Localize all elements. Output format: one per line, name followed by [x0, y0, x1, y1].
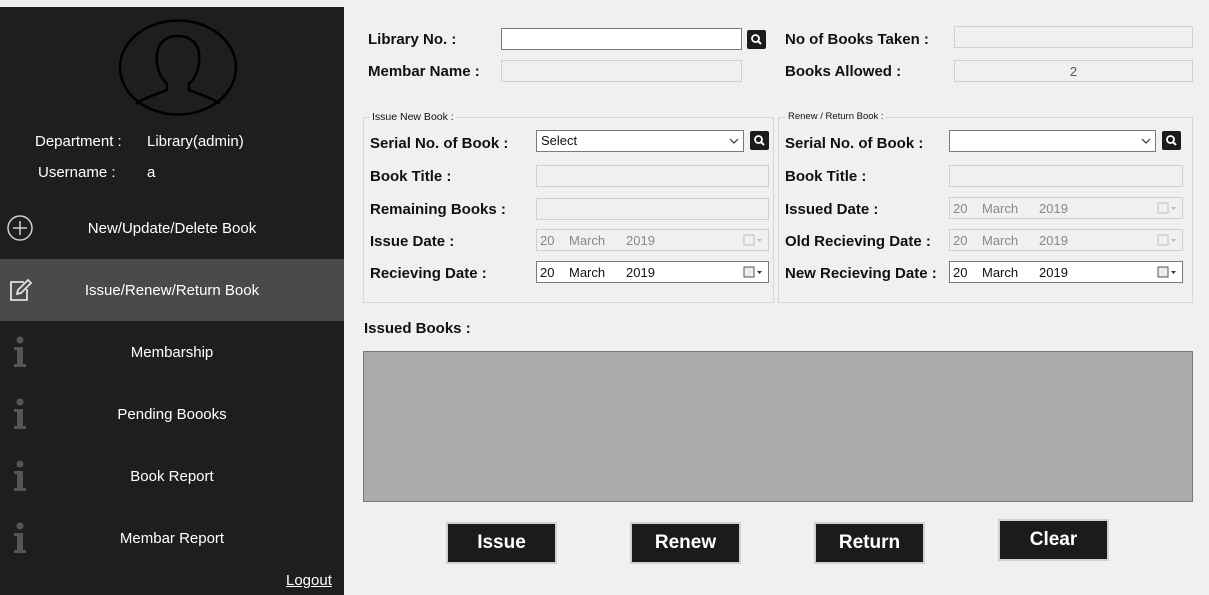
- renew-serial-select[interactable]: [949, 130, 1156, 152]
- chevron-down-icon: [1141, 138, 1151, 144]
- user-avatar-icon: [118, 19, 238, 116]
- renew-button[interactable]: Renew: [630, 522, 741, 564]
- sidebar-item-pending-books[interactable]: Pending Boooks: [0, 383, 344, 445]
- department-label: Department :: [35, 133, 122, 150]
- sidebar-item-label: New/Update/Delete Book: [87, 219, 257, 237]
- issue-date-picker: 20 March 2019: [536, 229, 769, 251]
- books-allowed-field: 2: [954, 60, 1193, 82]
- member-name-label: Membar Name :: [368, 63, 480, 80]
- member-name-field: [501, 60, 742, 82]
- issued-date-label: Issued Date :: [785, 201, 879, 218]
- renew-serial-search-button[interactable]: [1162, 131, 1181, 150]
- sidebar-item-issue-renew-return-book[interactable]: Issue/Renew/Return Book: [0, 259, 344, 321]
- issued-date-picker: 20 March 2019: [949, 197, 1183, 219]
- sidebar-item-label: Book Report: [130, 467, 214, 485]
- remaining-books-label: Remaining Books :: [370, 201, 506, 218]
- search-icon: [1166, 135, 1177, 146]
- issue-date-label: Issue Date :: [370, 233, 455, 250]
- sidebar: Department : Library(admin) Username : a…: [0, 0, 344, 595]
- department-value: Library(admin): [147, 133, 244, 150]
- return-button[interactable]: Return: [814, 522, 925, 564]
- old-receiving-date-label: Old Recieving Date :: [785, 233, 931, 250]
- sidebar-item-new-update-delete-book[interactable]: New/Update/Delete Book: [0, 197, 344, 259]
- issue-button[interactable]: Issue: [446, 522, 557, 564]
- issue-serial-select[interactable]: Select: [536, 130, 744, 152]
- username-label: Username :: [38, 164, 116, 181]
- logout-link[interactable]: Logout: [286, 572, 332, 589]
- remaining-books-field: [536, 198, 769, 220]
- sidebar-top-edge: [0, 0, 344, 7]
- sidebar-item-member-report[interactable]: Membar Report: [0, 507, 344, 569]
- library-no-search-button[interactable]: [747, 30, 766, 49]
- receiving-date-picker[interactable]: 20 March 2019: [536, 261, 769, 283]
- sidebar-item-book-report[interactable]: Book Report: [0, 445, 344, 507]
- calendar-icon: [1157, 266, 1176, 278]
- sidebar-item-label: Issue/Renew/Return Book: [84, 281, 260, 299]
- books-taken-field: [954, 26, 1193, 48]
- search-icon: [754, 135, 765, 146]
- new-receiving-date-label: New Recieving Date :: [785, 265, 937, 282]
- issued-books-label: Issued Books :: [364, 320, 471, 337]
- issued-books-grid[interactable]: [363, 351, 1193, 502]
- renew-book-title-label: Book Title :: [785, 168, 867, 185]
- library-no-label: Library No. :: [368, 31, 457, 48]
- library-app-window: Department : Library(admin) Username : a…: [0, 0, 1209, 595]
- issue-book-title-field: [536, 165, 769, 187]
- username-value: a: [147, 164, 156, 181]
- sidebar-item-membership[interactable]: Membarship: [0, 321, 344, 383]
- sidebar-item-label: Pending Boooks: [117, 405, 227, 423]
- receiving-date-label: Recieving Date :: [370, 265, 487, 282]
- issue-book-title-label: Book Title :: [370, 168, 452, 185]
- new-receiving-date-picker[interactable]: 20 March 2019: [949, 261, 1183, 283]
- issue-serial-search-button[interactable]: [750, 131, 769, 150]
- chevron-down-icon: [729, 138, 739, 144]
- books-allowed-label: Books Allowed :: [785, 63, 902, 80]
- sidebar-item-label: Membarship: [130, 343, 214, 361]
- renew-group-title: Renew / Return Book :: [786, 111, 886, 122]
- calendar-icon: [743, 234, 762, 246]
- renew-serial-label: Serial No. of Book :: [785, 135, 924, 152]
- renew-book-title-field: [949, 165, 1183, 187]
- library-no-input[interactable]: [501, 28, 742, 50]
- old-receiving-date-picker: 20 March 2019: [949, 229, 1183, 251]
- issue-group-title: Issue New Book :: [370, 111, 456, 123]
- clear-button[interactable]: Clear: [998, 519, 1109, 561]
- calendar-icon: [1157, 234, 1176, 246]
- calendar-icon: [1157, 202, 1176, 214]
- books-taken-label: No of Books Taken :: [785, 31, 929, 48]
- search-icon: [751, 34, 762, 45]
- sidebar-item-label: Membar Report: [119, 529, 225, 547]
- issue-serial-label: Serial No. of Book :: [370, 135, 509, 152]
- calendar-icon: [743, 266, 762, 278]
